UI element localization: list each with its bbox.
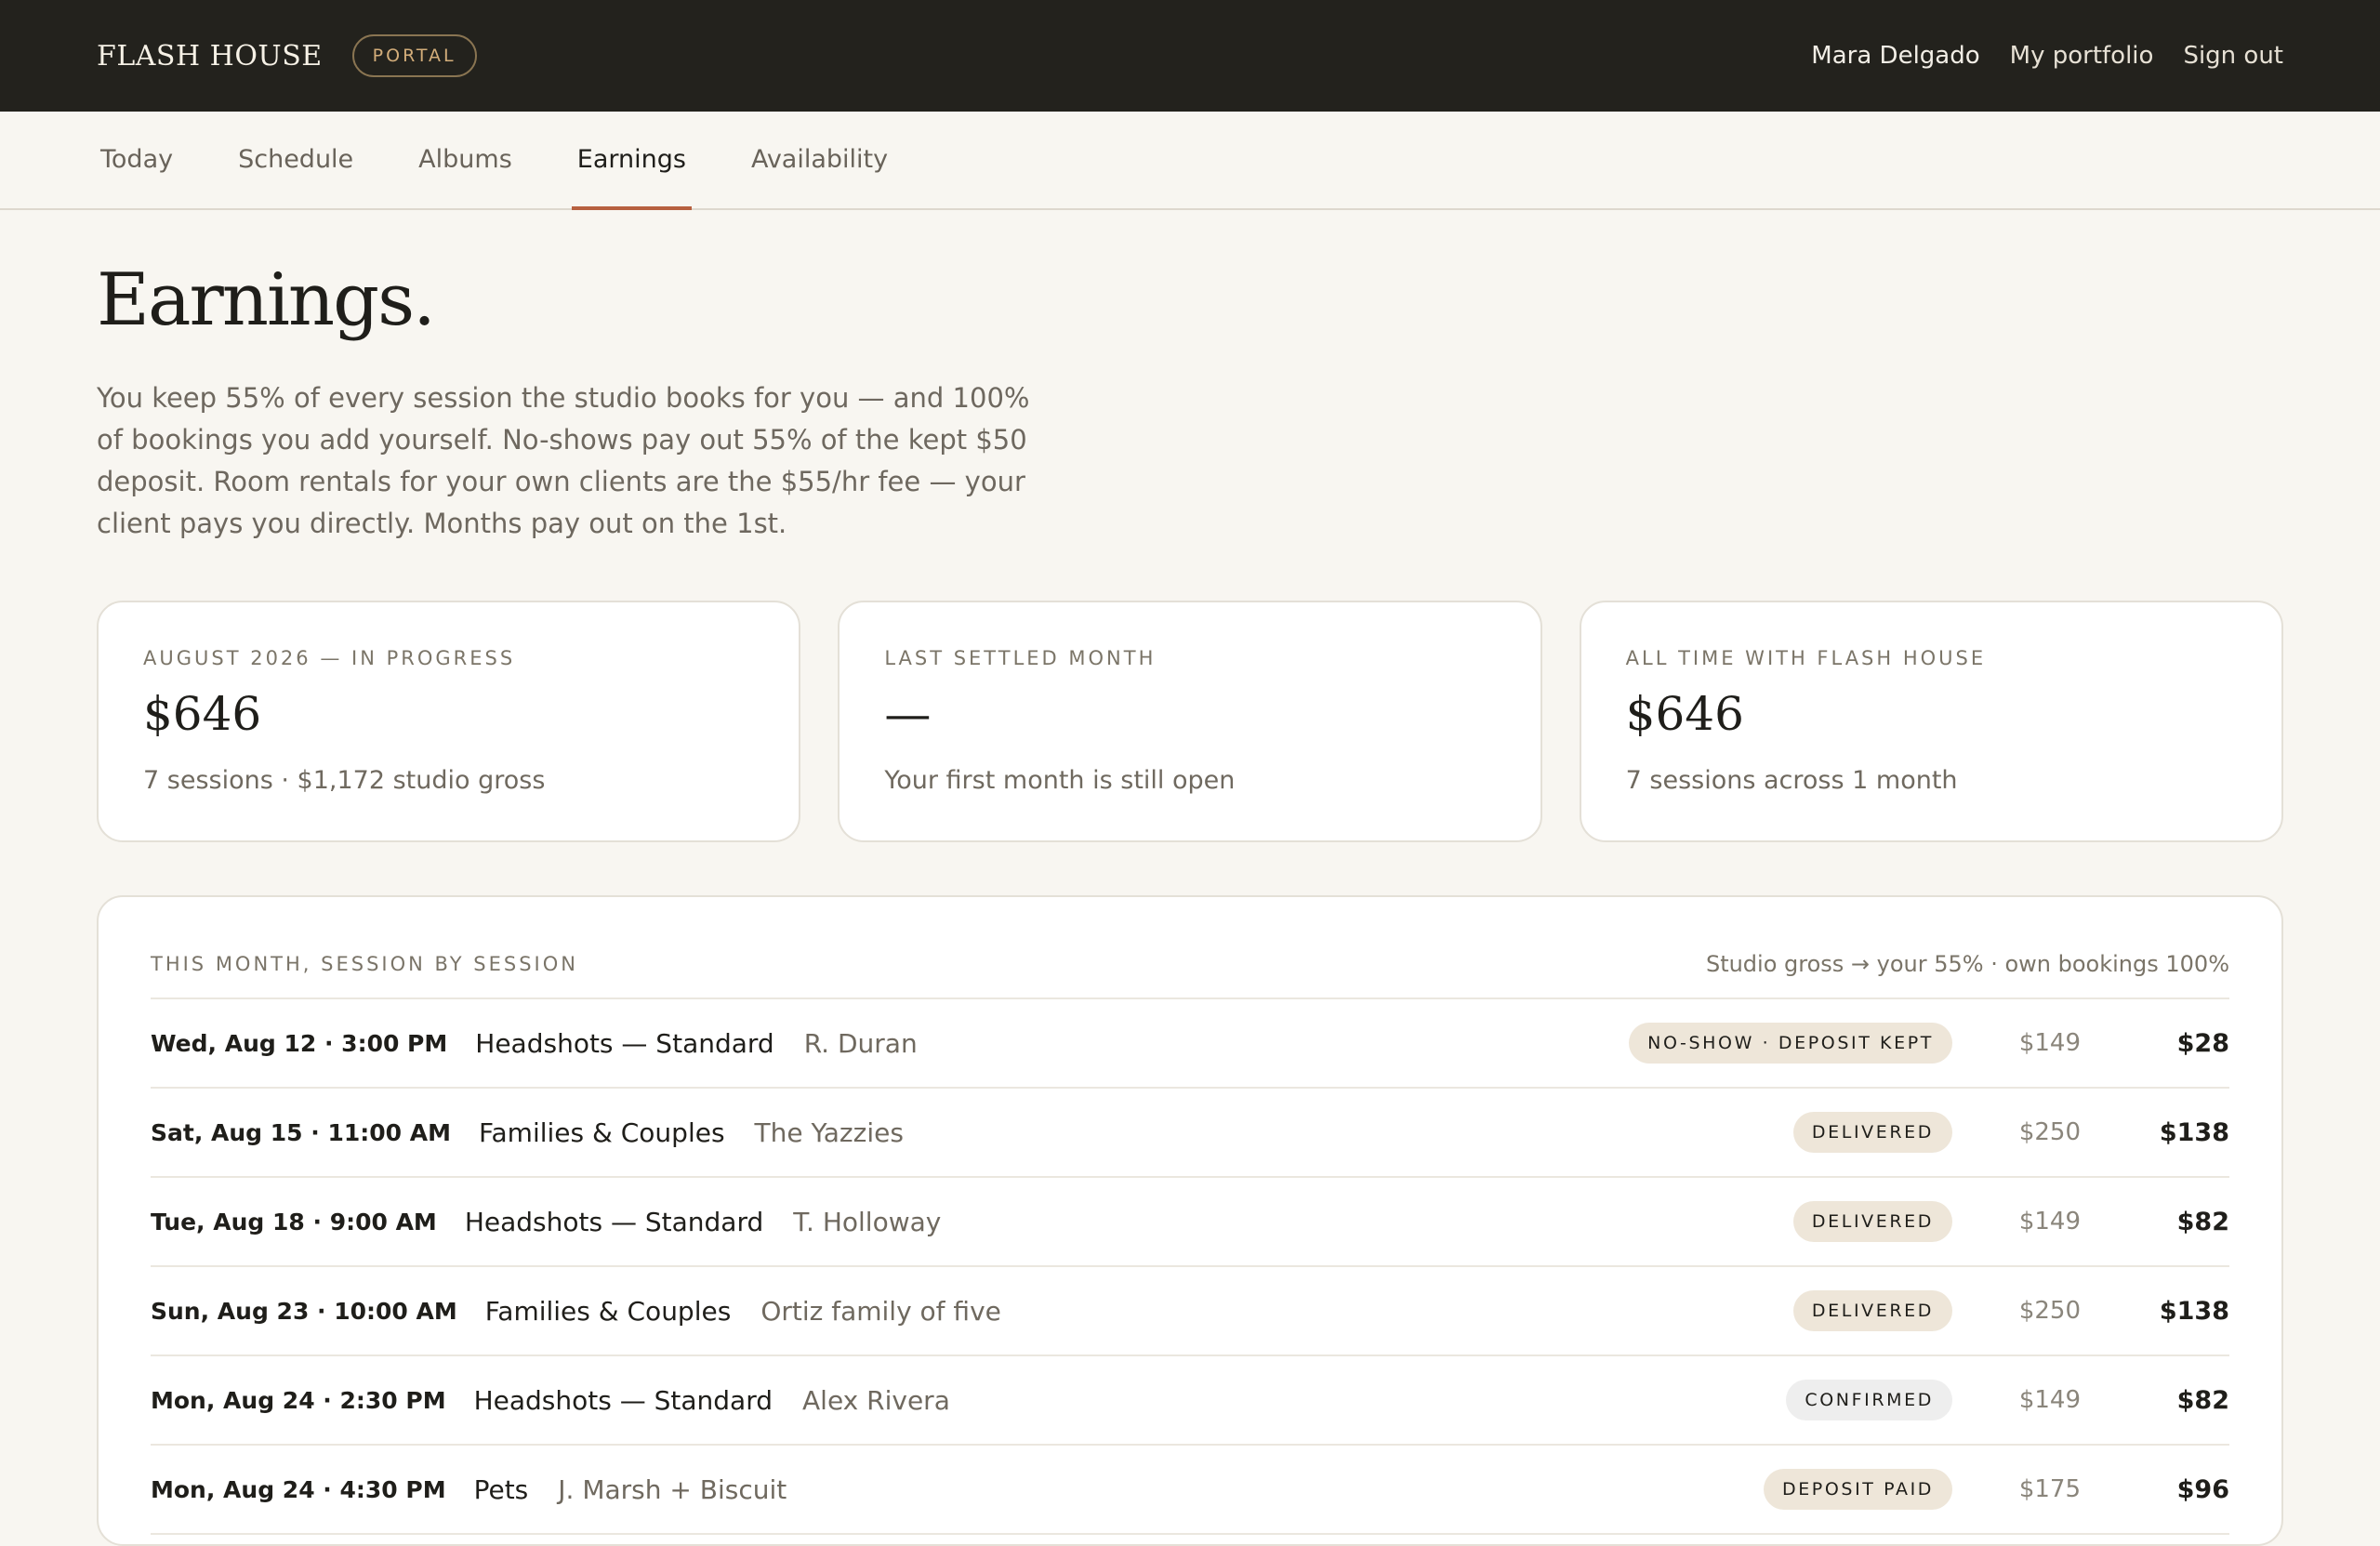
session-datetime: Mon, Aug 24 · 4:30 PM [151,1475,446,1503]
session-breakdown-panel: THIS MONTH, SESSION BY SESSION Studio gr… [97,895,2283,1546]
status-badge: DELIVERED [1792,1112,1952,1153]
studio-gross-amount: $149 [2018,1029,2081,1057]
studio-gross-amount: $250 [2018,1297,2081,1325]
account-links: Mara Delgado My portfolio Sign out [1811,42,2283,70]
session-datetime: Mon, Aug 24 · 2:30 PM [151,1386,446,1414]
top-navigation-bar: FLASH HOUSE PORTAL Mara Delgado My portf… [0,0,2380,112]
card-note: 7 sessions · $1,172 studio gross [143,766,546,795]
card-label: LAST SETTLED MONTH [884,647,1157,669]
earnings-intro-text: You keep 55% of every session the studio… [97,382,1030,539]
summary-cards: AUGUST 2026 — IN PROGRESS $646 7 session… [97,601,2283,842]
session-datetime: Wed, Aug 12 · 3:00 PM [151,1029,448,1057]
session-client: The Yazzies [754,1117,904,1148]
tab-schedule[interactable]: Schedule [234,110,357,208]
card-note: 7 sessions across 1 month [1625,766,1958,795]
user-name-link[interactable]: Mara Delgado [1811,42,1979,70]
studio-gross-amount: $175 [2018,1475,2081,1503]
section-tabs: Today Schedule Albums Earnings Availabil… [0,112,2380,210]
status-badge: DELIVERED [1792,1290,1952,1331]
sign-out-link[interactable]: Sign out [2183,42,2283,70]
card-value: $646 [143,687,262,741]
studio-gross-amount: $149 [2018,1386,2081,1414]
studio-gross-amount: $149 [2018,1208,2081,1235]
status-badge: CONFIRMED [1786,1380,1952,1420]
session-service: Headshots — Standard [464,1206,764,1237]
my-portfolio-link[interactable]: My portfolio [2010,42,2154,70]
brand-group: FLASH HOUSE PORTAL [97,34,477,77]
session-row[interactable]: Sun, Aug 23 · 10:00 AM Families & Couple… [151,1267,2229,1356]
session-client: J. Marsh + Biscuit [558,1473,787,1505]
card-label: ALL TIME WITH FLASH HOUSE [1625,647,1987,669]
payout-amount: $138 [2159,1296,2229,1326]
current-month-card: AUGUST 2026 — IN PROGRESS $646 7 session… [97,601,801,842]
session-breakdown-title: THIS MONTH, SESSION BY SESSION [151,953,578,975]
session-client: T. Holloway [793,1206,942,1237]
session-client: R. Duran [803,1027,918,1059]
tab-today[interactable]: Today [97,110,177,208]
payout-amount: $82 [2176,1207,2229,1236]
status-badge: DEPOSIT PAID [1763,1469,1952,1510]
session-service: Headshots — Standard [475,1027,774,1059]
earnings-content: Earnings. You keep 55% of every session … [0,210,2380,1546]
payout-amount: $82 [2176,1385,2229,1415]
card-value: $646 [1625,687,1744,741]
card-note: Your first month is still open [884,766,1236,795]
brand-logo[interactable]: FLASH HOUSE [97,40,323,73]
payout-amount: $138 [2159,1117,2229,1147]
session-client: Ortiz family of five [760,1295,1001,1327]
session-service: Families & Couples [484,1295,732,1327]
all-time-card: ALL TIME WITH FLASH HOUSE $646 7 session… [1579,601,2283,842]
status-badge: DELIVERED [1792,1201,1952,1242]
card-label: AUGUST 2026 — IN PROGRESS [143,647,516,669]
payout-rule-note: Studio gross → your 55% · own bookings 1… [1705,951,2229,977]
tab-earnings[interactable]: Earnings [571,110,693,210]
session-datetime: Sun, Aug 23 · 10:00 AM [151,1297,457,1325]
payout-amount: $96 [2176,1474,2229,1504]
page-title: Earnings. [97,258,436,342]
session-service: Headshots — Standard [473,1384,774,1416]
card-value: — [884,687,932,741]
session-client: Alex Rivera [802,1384,950,1416]
session-breakdown-header: THIS MONTH, SESSION BY SESSION Studio gr… [151,951,2229,999]
session-datetime: Sat, Aug 15 · 11:00 AM [151,1118,451,1146]
session-row[interactable]: Mon, Aug 24 · 2:30 PM Headshots — Standa… [151,1356,2229,1446]
session-row[interactable]: Sat, Aug 15 · 11:00 AM Families & Couple… [151,1089,2229,1178]
session-row[interactable]: Tue, Aug 18 · 9:00 AM Headshots — Standa… [151,1178,2229,1267]
session-row[interactable]: Wed, Aug 12 · 3:00 PM Headshots — Standa… [151,999,2229,1089]
payout-amount: $28 [2176,1028,2229,1058]
session-row[interactable]: Mon, Aug 24 · 4:30 PM Pets J. Marsh + Bi… [151,1446,2229,1535]
session-service: Pets [473,1473,529,1505]
status-badge: NO-SHOW · DEPOSIT KEPT [1629,1023,1952,1064]
portal-badge: PORTAL [351,34,477,77]
last-settled-month-card: LAST SETTLED MONTH — Your first month is… [838,601,1542,842]
session-datetime: Tue, Aug 18 · 9:00 AM [151,1208,437,1235]
tab-albums[interactable]: Albums [415,110,516,208]
studio-gross-amount: $250 [2018,1118,2081,1146]
tab-availability[interactable]: Availability [747,110,892,208]
session-service: Families & Couples [478,1117,725,1148]
